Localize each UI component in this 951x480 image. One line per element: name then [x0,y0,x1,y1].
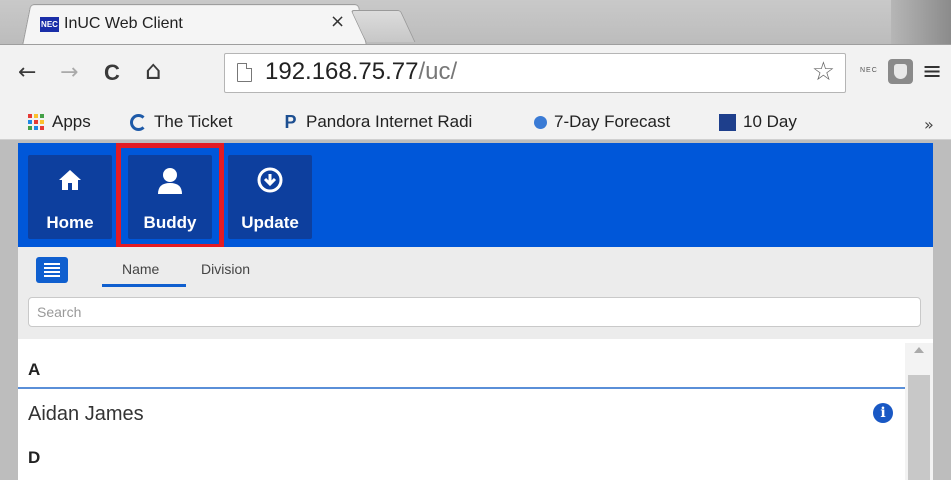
page-icon [237,63,252,82]
bookmark-the-ticket[interactable]: The Ticket [130,112,232,132]
browser-tab-content[interactable]: NEC InUC Web Client × [40,10,360,38]
contact-name: Aidan James [28,403,144,425]
apps-grid-icon [28,114,44,130]
info-icon[interactable]: i [873,403,893,423]
list-scrollbar[interactable] [905,343,933,480]
home-button[interactable]: Home [28,155,112,239]
reload-icon[interactable]: C [104,60,120,86]
list-item[interactable]: Aidan James i [18,391,905,437]
back-arrow-icon[interactable]: ← [18,60,36,85]
active-tab-indicator [102,284,186,287]
bookmarks-overflow-icon[interactable]: » [924,115,934,134]
nec-favicon-icon: NEC [40,16,59,32]
buddy-list: A Aidan James i D [18,343,905,480]
section-header-a: A [18,351,905,389]
nec-extension-icon[interactable]: NEC [860,67,878,74]
tab-name[interactable]: Name [122,261,159,277]
sort-bar: Name Division [18,247,933,293]
download-circle-icon [257,167,283,197]
bookmark-apps[interactable]: Apps [28,112,91,132]
pandora-icon: P [284,111,297,132]
tab-division[interactable]: Division [201,261,250,277]
tab-close-icon[interactable]: × [330,11,345,32]
ticket-icon [130,113,147,131]
section-header-d: D [28,448,41,467]
bookmark-7-day-forecast[interactable]: 7-Day Forecast [534,112,670,132]
home-nav-icon[interactable]: ⌂ [145,56,162,86]
search-input[interactable]: Search [28,297,921,327]
scroll-up-icon[interactable] [914,347,924,353]
buddy-highlight-box [116,143,224,249]
list-icon [44,263,60,277]
weather-channel-icon [719,113,736,131]
bookmark-10-day[interactable]: 10 Day [719,112,797,132]
bookmark-pandora[interactable]: P Pandora Internet Radi [282,112,472,132]
shield-extension-icon[interactable] [888,59,913,84]
page-content: Home Buddy Update Name Division Search A… [18,143,951,480]
browser-toolbar: ← → C ⌂ 192.168.75.77/uc/ ☆ NEC ≡ [0,44,951,106]
list-view-button[interactable] [36,257,68,283]
forward-arrow-icon[interactable]: → [60,60,78,85]
address-bar[interactable]: 192.168.75.77/uc/ ☆ [224,53,846,93]
bookmark-star-icon[interactable]: ☆ [812,57,835,87]
url-text: 192.168.75.77/uc/ [265,58,458,85]
browser-window: NEC InUC Web Client × ← → C ⌂ 192.168.75… [0,0,951,480]
tab-title: InUC Web Client [64,15,183,32]
tab-strip: NEC InUC Web Client × [0,0,951,46]
scroll-thumb[interactable] [908,375,930,480]
bookmarks-bar: Apps The Ticket P Pandora Internet Radi … [0,106,951,140]
noaa-icon [534,115,547,129]
chrome-menu-icon[interactable]: ≡ [922,57,942,85]
home-icon [57,167,83,197]
update-button[interactable]: Update [228,155,312,239]
